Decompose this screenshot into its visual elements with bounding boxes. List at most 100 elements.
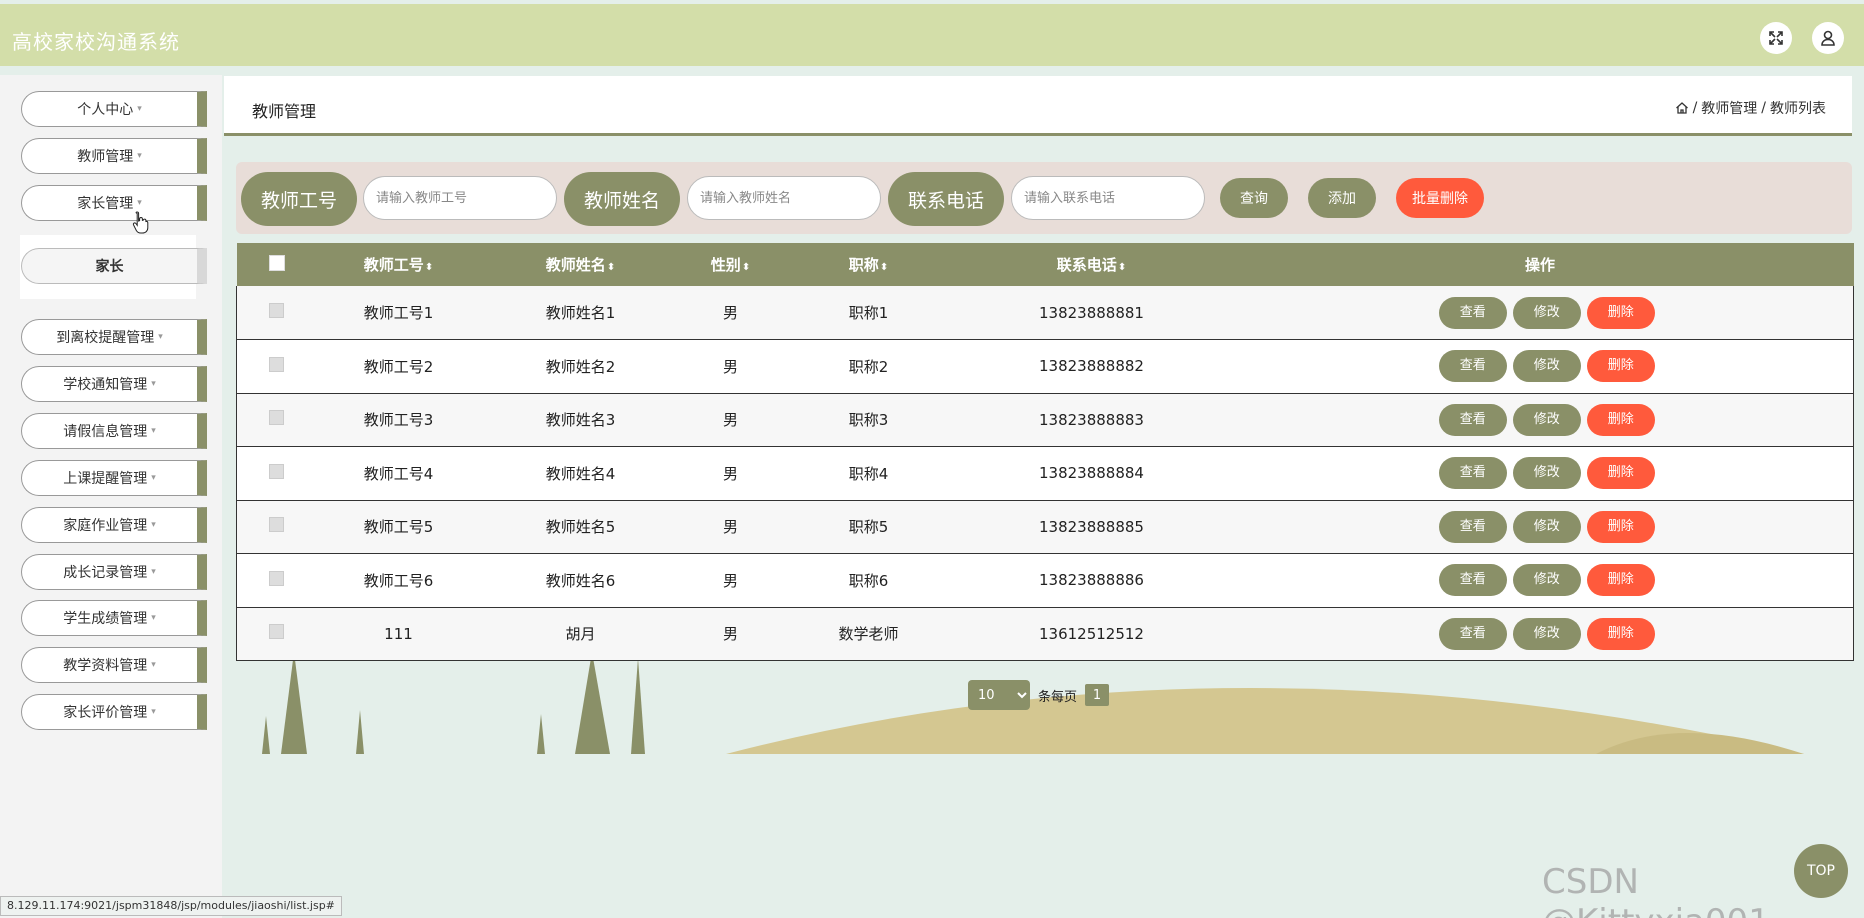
view-button[interactable]: 查看 — [1438, 403, 1507, 436]
row-select-cell — [236, 607, 317, 661]
add-button[interactable]: 添加 — [1308, 178, 1376, 218]
select-all-checkbox[interactable] — [268, 254, 285, 271]
edit-button[interactable]: 修改 — [1512, 617, 1581, 650]
table-header-row: 教师工号⬍ 教师姓名⬍ 性别⬍ 职称⬍ 联系电话⬍ 操作 — [236, 243, 1854, 286]
title-cell: 职称5 — [848, 518, 889, 537]
teacher-name-cell: 教师姓名1 — [545, 304, 616, 322]
delete-button[interactable]: 删除 — [1586, 564, 1655, 597]
home-icon[interactable] — [1675, 101, 1689, 115]
gender-cell: 男 — [722, 464, 738, 483]
sidebar-item-student-grades[interactable]: 学生成绩管理 ▾ — [21, 600, 207, 636]
edit-button[interactable]: 修改 — [1512, 457, 1581, 490]
sidebar-item-school-notice[interactable]: 学校通知管理 ▾ — [21, 366, 207, 402]
delete-button[interactable]: 删除 — [1586, 510, 1655, 543]
edit-button[interactable]: 修改 — [1512, 350, 1581, 383]
title-cell: 职称6 — [848, 571, 889, 590]
edit-button[interactable]: 修改 — [1512, 510, 1581, 543]
column-header-teacher-id[interactable]: 教师工号⬍ — [317, 243, 481, 286]
table-row: 教师工号3 教师姓名3 男 职称3 13823888883 查看 修改 删除 — [236, 393, 1854, 447]
sidebar-item-class-reminder[interactable]: 上课提醒管理 ▾ — [21, 460, 207, 496]
sidebar-item-arrival-reminder[interactable]: 到离校提醒管理 ▾ — [21, 319, 207, 355]
phone-input[interactable] — [1011, 176, 1205, 220]
breadcrumb-item-teacher-management[interactable]: 教师管理 — [1701, 98, 1757, 118]
row-checkbox[interactable] — [269, 624, 285, 640]
teacher-id-input[interactable] — [363, 176, 557, 220]
delete-button[interactable]: 删除 — [1586, 296, 1655, 329]
hand-cursor-icon — [132, 211, 149, 234]
user-icon — [1821, 30, 1835, 46]
column-header-phone[interactable]: 联系电话⬍ — [957, 243, 1227, 286]
view-button[interactable]: 查看 — [1438, 564, 1507, 597]
page-size-select[interactable]: 10 — [968, 680, 1030, 710]
sidebar-item-teaching-materials[interactable]: 教学资料管理 ▾ — [21, 647, 207, 683]
column-header-teacher-name[interactable]: 教师姓名⬍ — [481, 243, 681, 286]
delete-button[interactable]: 删除 — [1586, 403, 1655, 436]
view-button[interactable]: 查看 — [1438, 617, 1507, 650]
view-button[interactable]: 查看 — [1438, 457, 1507, 490]
delete-button[interactable]: 删除 — [1586, 617, 1655, 650]
row-select-cell — [236, 553, 317, 607]
delete-button[interactable]: 删除 — [1586, 350, 1655, 383]
view-button[interactable]: 查看 — [1438, 296, 1507, 329]
sidebar-item-label: 教学资料管理 — [63, 658, 148, 674]
sidebar-item-homework[interactable]: 家庭作业管理 ▾ — [21, 507, 207, 543]
table-row: 教师工号5 教师姓名5 男 职称5 13823888885 查看 修改 删除 — [236, 500, 1854, 554]
gender-cell: 男 — [722, 518, 738, 537]
teacher-name-input[interactable] — [687, 176, 881, 220]
user-button[interactable] — [1812, 22, 1844, 54]
row-checkbox[interactable] — [269, 463, 285, 479]
column-header-title[interactable]: 职称⬍ — [781, 243, 957, 286]
sidebar-item-label: 到离校提醒管理 — [56, 330, 155, 346]
view-button[interactable]: 查看 — [1438, 510, 1507, 543]
sidebar-item-label: 学校通知管理 — [63, 377, 148, 393]
sidebar-item-growth-record[interactable]: 成长记录管理 ▾ — [21, 554, 207, 590]
row-checkbox[interactable] — [269, 303, 285, 318]
table-row: 教师工号6 教师姓名6 男 职称6 13823888886 查看 修改 删除 — [236, 553, 1854, 607]
column-header-gender[interactable]: 性别⬍ — [681, 243, 781, 286]
teacher-name-cell: 胡月 — [565, 625, 596, 644]
edit-button[interactable]: 修改 — [1512, 296, 1581, 329]
actions-cell: 查看 修改 删除 — [1226, 393, 1854, 447]
actions-cell: 查看 修改 删除 — [1226, 339, 1854, 393]
teacher-id-cell: 教师工号4 — [363, 464, 434, 483]
title-cell: 职称4 — [848, 464, 889, 483]
delete-button[interactable]: 删除 — [1586, 457, 1655, 490]
breadcrumb-separator: / — [1692, 100, 1698, 116]
sidebar-subitem-parent[interactable]: 家长 — [21, 248, 207, 284]
sidebar-item-teacher-management[interactable]: 教师管理 ▾ — [21, 138, 207, 174]
row-checkbox[interactable] — [269, 570, 285, 586]
status-bar-url: 8.129.11.174:9021/jspm31848/jsp/modules/… — [0, 896, 342, 916]
gender-cell: 男 — [722, 571, 738, 590]
sidebar-item-leave-info[interactable]: 请假信息管理 ▾ — [21, 413, 207, 449]
sidebar-item-parent-management[interactable]: 家长管理 ▾ — [21, 185, 207, 221]
row-select-cell — [236, 286, 317, 340]
top-bar: 高校家校沟通系统 — [0, 0, 1864, 70]
edit-button[interactable]: 修改 — [1512, 403, 1581, 436]
page-number-button[interactable]: 1 — [1085, 684, 1110, 706]
fullscreen-button[interactable] — [1760, 22, 1792, 54]
edit-button[interactable]: 修改 — [1512, 564, 1581, 597]
sort-icon[interactable]: ⬍ — [880, 262, 888, 273]
row-checkbox[interactable] — [269, 410, 285, 426]
actions-cell: 查看 修改 删除 — [1226, 607, 1854, 661]
row-checkbox[interactable] — [269, 356, 285, 372]
sort-icon[interactable]: ⬍ — [742, 262, 750, 273]
query-button[interactable]: 查询 — [1220, 178, 1288, 218]
chevron-down-icon: ▾ — [151, 473, 156, 483]
breadcrumb-item-teacher-list: 教师列表 — [1770, 101, 1826, 117]
chevron-down-icon: ▾ — [151, 567, 156, 577]
table-row: 教师工号1 教师姓名1 男 职称1 13823888881 查看 修改 删除 — [236, 286, 1854, 340]
title-cell: 职称2 — [848, 357, 889, 376]
batch-delete-button[interactable]: 批量删除 — [1396, 178, 1484, 218]
teacher-name-cell: 教师姓名5 — [545, 518, 616, 537]
sort-icon[interactable]: ⬍ — [425, 262, 433, 273]
sidebar-item-personal-center[interactable]: 个人中心 ▾ — [21, 91, 207, 127]
phone-cell: 13823888886 — [1039, 571, 1144, 590]
chevron-down-icon: ▾ — [151, 707, 156, 717]
sort-icon[interactable]: ⬍ — [1118, 262, 1126, 273]
row-checkbox[interactable] — [269, 517, 285, 533]
gender-cell: 男 — [722, 625, 738, 644]
view-button[interactable]: 查看 — [1438, 350, 1507, 383]
sort-icon[interactable]: ⬍ — [607, 262, 615, 273]
sidebar-item-parent-evaluation[interactable]: 家长评价管理 ▾ — [21, 694, 207, 730]
